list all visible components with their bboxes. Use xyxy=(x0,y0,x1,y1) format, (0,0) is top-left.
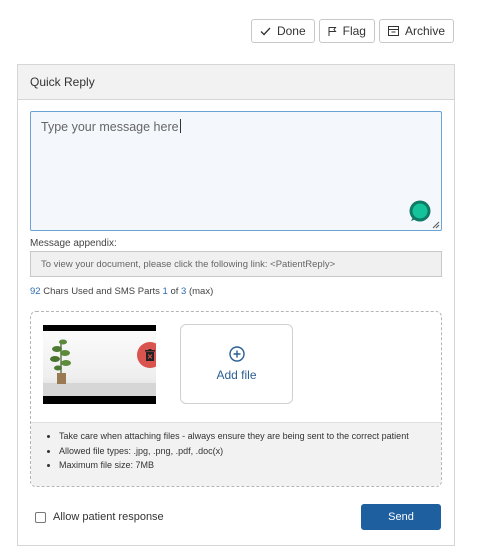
allow-response-toggle[interactable]: Allow patient response xyxy=(35,511,164,523)
character-counter: 92 Chars Used and SMS Parts 1 of 3 (max) xyxy=(30,286,213,297)
flag-label: Flag xyxy=(342,24,366,38)
attachment-thumbnail[interactable] xyxy=(43,325,156,404)
allow-response-label: Allow patient response xyxy=(53,511,164,523)
plus-circle-icon xyxy=(228,346,245,362)
done-button[interactable]: Done xyxy=(250,19,315,43)
archive-label: Archive xyxy=(404,24,445,38)
archive-button[interactable]: Archive xyxy=(378,19,454,43)
allow-response-checkbox[interactable] xyxy=(35,511,46,523)
done-label: Done xyxy=(276,24,306,38)
chars-of: of xyxy=(167,286,182,297)
flag-icon xyxy=(328,26,337,36)
message-placeholder: Type your message here xyxy=(41,120,179,134)
archive-icon xyxy=(387,26,399,36)
add-file-label: Add file xyxy=(216,368,257,382)
appendix-field: To view your document, please click the … xyxy=(30,251,442,277)
message-textarea[interactable]: Type your message here xyxy=(30,111,442,231)
grammar-assistant-icon[interactable] xyxy=(409,200,431,222)
attachment-guidelines: Take care when attaching files - always … xyxy=(31,422,441,486)
check-icon xyxy=(260,27,271,35)
guideline-item: Maximum file size: 7MB xyxy=(59,458,441,473)
plant-image-icon xyxy=(43,339,156,396)
chars-count: 92 xyxy=(30,286,41,297)
chars-max: (max) xyxy=(186,286,214,297)
panel-title: Quick Reply xyxy=(18,65,454,100)
send-button[interactable]: Send xyxy=(361,504,441,530)
quick-reply-panel: Quick Reply Type your message here Messa… xyxy=(17,64,455,546)
action-toolbar: Done Flag Archive xyxy=(250,19,454,43)
text-caret xyxy=(179,119,181,133)
attachment-image xyxy=(43,331,156,396)
flag-button[interactable]: Flag xyxy=(318,19,375,43)
attachment-dropzone[interactable]: Add file Take care when attaching files … xyxy=(30,311,442,487)
resize-handle-icon[interactable] xyxy=(432,221,440,229)
guideline-item: Take care when attaching files - always … xyxy=(59,429,441,444)
delete-attachment-button[interactable] xyxy=(137,342,156,368)
appendix-label: Message appendix: xyxy=(30,238,117,249)
guideline-item: Allowed file types: .jpg, .png, .pdf, .d… xyxy=(59,444,441,459)
chars-text: Chars Used and SMS Parts xyxy=(40,286,163,297)
trash-icon xyxy=(145,349,155,361)
add-file-button[interactable]: Add file xyxy=(180,324,293,404)
